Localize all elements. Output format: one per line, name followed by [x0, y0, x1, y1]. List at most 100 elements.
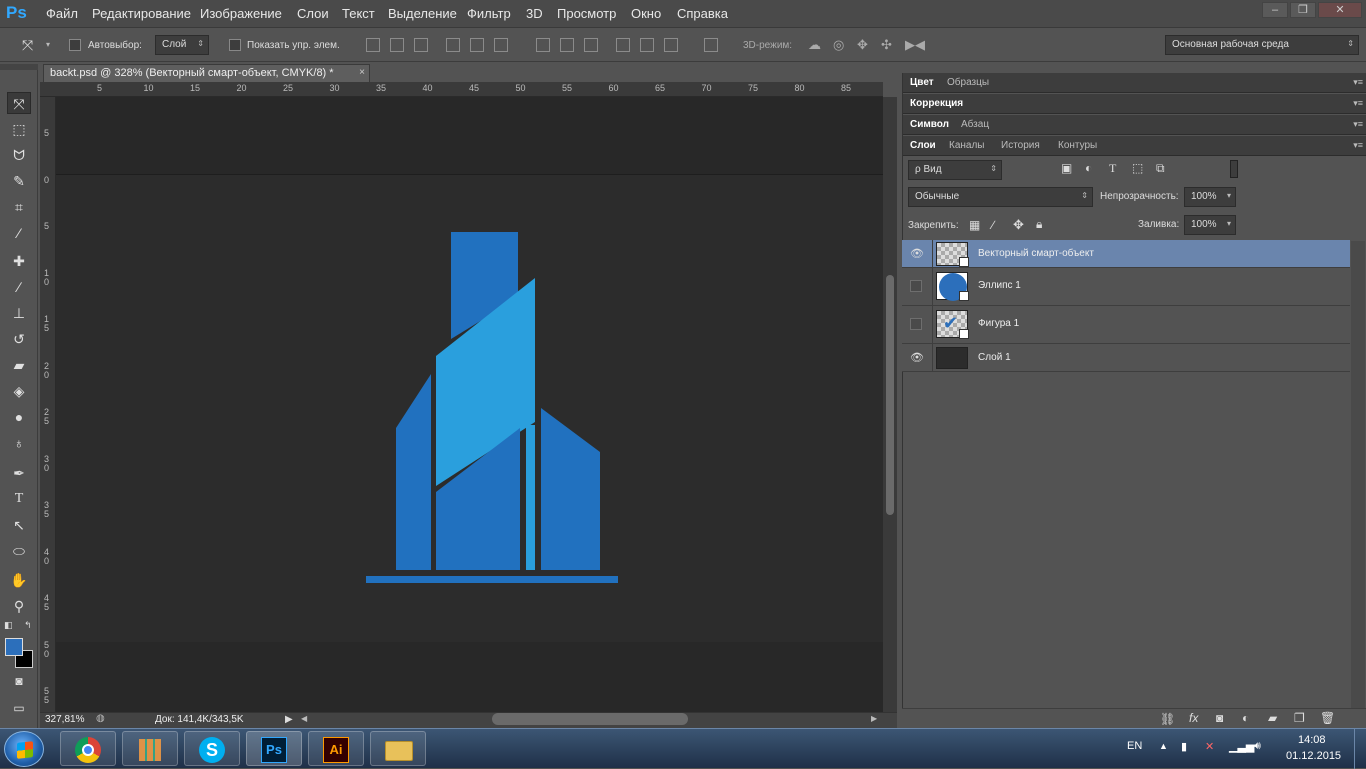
tab-character[interactable]: Символ [910, 119, 949, 130]
taskbar-chrome[interactable] [60, 731, 116, 766]
eraser-tool-icon[interactable]: ▰ [7, 354, 31, 376]
distribute-hcenter-icon[interactable] [640, 38, 654, 52]
tab-swatches[interactable]: Образцы [947, 77, 989, 88]
new-group-icon[interactable]: ▰ [1268, 711, 1277, 725]
layer-name[interactable]: Фигура 1 [978, 318, 1019, 329]
brush-tool-icon[interactable]: ∕ [7, 276, 31, 298]
filter-adjustment-icon[interactable]: ◐ [1085, 161, 1092, 175]
menu-3d[interactable]: 3D [526, 6, 543, 21]
autoselect-dropdown[interactable]: Слой ⇕ [155, 35, 209, 55]
visibility-eye-icon[interactable]: 👁︎ [910, 247, 924, 261]
opacity-input[interactable]: 100% ▾ [1184, 187, 1236, 207]
align-vcenter-icon[interactable] [390, 38, 404, 52]
healing-brush-tool-icon[interactable]: ✚ [7, 250, 31, 272]
tab-history[interactable]: История [1001, 140, 1040, 151]
new-layer-icon[interactable]: ❐ [1294, 711, 1305, 725]
visibility-toggle-empty[interactable] [910, 280, 922, 292]
menu-window[interactable]: Окно [631, 6, 661, 21]
hand-tool-icon[interactable]: ✋ [7, 569, 31, 591]
workspace-dropdown[interactable]: Основная рабочая среда ⇕ [1165, 35, 1359, 55]
taskbar-apps[interactable] [122, 731, 178, 766]
panel-menu-icon[interactable]: ▾≡ [1353, 98, 1363, 109]
menu-edit[interactable]: Редактирование [92, 6, 191, 21]
add-layer-style-icon[interactable]: fx [1189, 711, 1198, 725]
scroll-left-icon[interactable]: ◀ [301, 714, 307, 723]
pen-tool-icon[interactable]: ✒ [7, 462, 31, 484]
show-controls-checkbox[interactable] [229, 39, 241, 51]
layer-name[interactable]: Эллипс 1 [978, 280, 1021, 291]
lock-transparency-icon[interactable]: ▦ [969, 218, 980, 232]
tab-adjustments[interactable]: Коррекция [910, 98, 963, 109]
layer-row-shape[interactable]: ✔ Фигура 1 [902, 306, 1350, 344]
taskbar-explorer[interactable] [370, 731, 426, 766]
toolbox-grip[interactable] [0, 64, 38, 70]
lock-position-icon[interactable]: ✥ [1013, 217, 1024, 233]
distribute-left-icon[interactable] [616, 38, 630, 52]
lock-all-icon[interactable]: 🔒︎ [1036, 217, 1042, 232]
filter-smart-object-icon[interactable]: ⧉ [1156, 161, 1165, 176]
distribute-bottom-icon[interactable] [584, 38, 598, 52]
clock-time[interactable]: 14:08 [1298, 734, 1326, 746]
tab-paths[interactable]: Контуры [1058, 140, 1097, 151]
status-menu-arrow-icon[interactable]: ▶ [285, 714, 293, 725]
eyedropper-tool-icon[interactable]: ⁄ [7, 222, 31, 244]
taskbar-illustrator[interactable]: Ai [308, 731, 364, 766]
quick-select-tool-icon[interactable]: ✎ [7, 170, 31, 192]
menu-view[interactable]: Просмотр [557, 6, 616, 21]
history-brush-tool-icon[interactable]: ↺ [7, 328, 31, 350]
crop-tool-icon[interactable]: ⌗ [7, 196, 31, 218]
stamp-tool-icon[interactable]: ⊥ [7, 302, 31, 324]
tab-paragraph[interactable]: Абзац [961, 119, 989, 130]
dodge-tool-icon[interactable]: ♁ [7, 432, 31, 454]
marquee-tool-icon[interactable]: ⬚ [7, 118, 31, 140]
filter-toggle-switch[interactable] [1230, 160, 1238, 178]
filter-shape-icon[interactable]: ⬚ [1132, 161, 1143, 175]
ellipse-tool-icon[interactable]: ⬭ [7, 540, 31, 562]
pan-3d-icon[interactable]: ✥ [857, 37, 868, 53]
tray-expand-icon[interactable]: ▲ [1159, 741, 1168, 751]
layer-row-smart-object[interactable]: 👁︎ Векторный смарт-объект [902, 240, 1350, 268]
tray-device-icon[interactable]: ▮ [1181, 740, 1187, 753]
vertical-scroll-thumb[interactable] [886, 275, 894, 515]
swap-colors-icon[interactable]: ↰ [24, 620, 32, 631]
menu-image[interactable]: Изображение [200, 6, 282, 21]
panel-menu-icon[interactable]: ▾≡ [1353, 119, 1363, 130]
filter-pixel-icon[interactable]: ▣ [1061, 161, 1072, 175]
type-tool-icon[interactable]: T [7, 488, 31, 510]
menu-layers[interactable]: Слои [297, 6, 329, 21]
language-indicator[interactable]: EN [1127, 740, 1142, 752]
align-right-icon[interactable] [494, 38, 508, 52]
add-mask-icon[interactable]: ◙ [1216, 711, 1223, 725]
layer-name[interactable]: Векторный смарт-объект [978, 248, 1094, 259]
path-select-tool-icon[interactable]: ↖ [7, 514, 31, 536]
distribute-vcenter-icon[interactable] [560, 38, 574, 52]
quick-mask-icon[interactable]: ◙ [7, 670, 31, 692]
align-top-icon[interactable] [366, 38, 380, 52]
tab-channels[interactable]: Каналы [949, 140, 985, 151]
menu-type[interactable]: Текст [342, 6, 375, 21]
layer-row-ellipse[interactable]: Эллипс 1 [902, 268, 1350, 306]
visibility-toggle-empty[interactable] [910, 318, 922, 330]
filter-type-icon[interactable]: T [1109, 161, 1116, 176]
layer-row-background[interactable]: 👁︎ Слой 1 [902, 344, 1350, 372]
visibility-eye-icon[interactable]: 👁︎ [910, 351, 924, 365]
start-button[interactable] [4, 731, 44, 767]
menu-file[interactable]: Файл [46, 6, 78, 21]
taskbar-photoshop[interactable]: Ps [246, 731, 302, 766]
rotate-3d-icon[interactable]: ☁ [808, 37, 821, 53]
move-tool-icon[interactable]: ⤧ [22, 37, 33, 54]
align-left-icon[interactable] [446, 38, 460, 52]
foreground-color-swatch[interactable] [5, 638, 23, 656]
status-info-icon[interactable]: ◍ [96, 713, 105, 724]
default-colors-icon[interactable]: ◧ [4, 620, 13, 631]
distribute-right-icon[interactable] [664, 38, 678, 52]
tray-volume-icon[interactable]: 🔊︎ [1254, 740, 1261, 753]
clock-date[interactable]: 01.12.2015 [1286, 750, 1341, 762]
close-button[interactable]: ✕ [1318, 2, 1362, 18]
menu-select[interactable]: Выделение [388, 6, 457, 21]
menu-help[interactable]: Справка [677, 6, 728, 21]
scroll-right-icon[interactable]: ▶ [871, 714, 877, 723]
move-tool-icon[interactable]: ⤧ [7, 92, 31, 114]
delete-layer-icon[interactable]: 🗑︎ [1320, 711, 1335, 725]
blend-mode-dropdown[interactable]: Обычные ⇕ [908, 187, 1093, 207]
